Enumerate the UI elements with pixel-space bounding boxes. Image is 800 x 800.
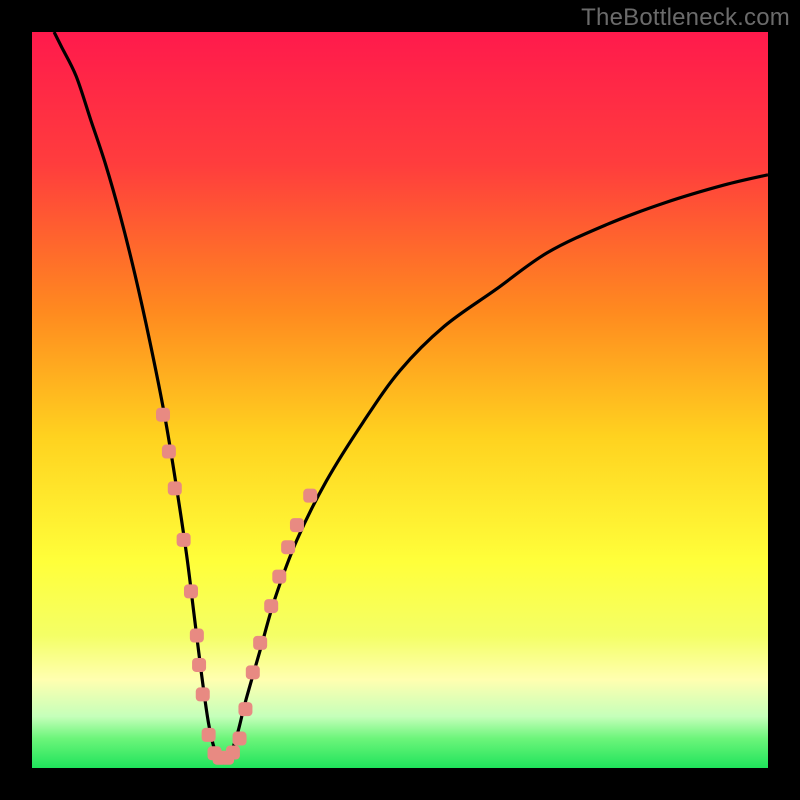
curve-marker (272, 570, 286, 584)
curve-marker (281, 540, 295, 554)
curve-marker (162, 445, 176, 459)
curve-marker (233, 732, 247, 746)
curve-marker (192, 658, 206, 672)
chart-frame: TheBottleneck.com (0, 0, 800, 800)
curve-marker (290, 518, 304, 532)
curve-marker (156, 408, 170, 422)
watermark-text: TheBottleneck.com (581, 4, 790, 32)
curve-marker (196, 687, 210, 701)
curve-marker (184, 584, 198, 598)
curve-marker (202, 728, 216, 742)
curve-marker (238, 702, 252, 716)
curve-marker (253, 636, 267, 650)
curve-marker (190, 629, 204, 643)
curve-marker (168, 481, 182, 495)
curve-marker (246, 665, 260, 679)
curve-marker (226, 746, 240, 760)
plot-background (32, 32, 768, 768)
curve-marker (177, 533, 191, 547)
chart-plot (32, 32, 768, 768)
curve-marker (264, 599, 278, 613)
curve-marker (303, 489, 317, 503)
